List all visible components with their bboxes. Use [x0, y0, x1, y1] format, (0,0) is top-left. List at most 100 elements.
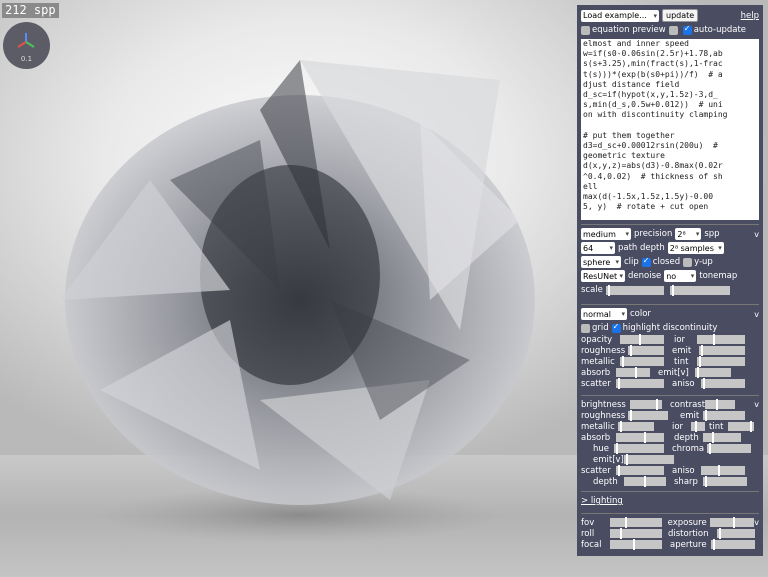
code-line: t(s)))*(exp(b(s0+pi))/f) # a: [583, 69, 723, 79]
code-line: # put them together: [583, 130, 675, 140]
hue-label: hue: [593, 443, 610, 454]
roughness-label: roughness: [581, 410, 626, 421]
equation-editor[interactable]: elmost and inner speed w=if(s0-0.06sin(2.…: [581, 39, 759, 220]
scatter-slider[interactable]: [616, 465, 664, 476]
scatter-slider[interactable]: [616, 378, 664, 389]
emit-v-slider[interactable]: [695, 367, 731, 378]
collapse-toggle[interactable]: v: [754, 310, 759, 319]
depth-slider[interactable]: [703, 432, 741, 443]
slider-row: roll distortion: [581, 528, 759, 539]
scale-slider-2[interactable]: [669, 284, 730, 296]
grid-checkbox[interactable]: [581, 323, 590, 333]
load-example-select[interactable]: Load example...: [581, 9, 659, 22]
slider-row: metallic tint: [581, 356, 759, 367]
samples-select[interactable]: 2⁸ samples: [667, 242, 724, 254]
tint-slider[interactable]: [697, 356, 745, 367]
slider-row: roughness emit: [581, 410, 759, 421]
emit-v-slider[interactable]: [624, 454, 674, 465]
collapse-toggle[interactable]: v: [754, 400, 759, 409]
bound-select[interactable]: sphere: [581, 256, 621, 268]
emit-slider[interactable]: [699, 345, 745, 356]
tint-slider[interactable]: [728, 421, 754, 432]
code-line: max(d(-1.5x,1.5z,1.5y)-0.00: [583, 192, 714, 202]
y-up-checkbox[interactable]: [683, 257, 693, 267]
scatter-label: scatter: [581, 378, 611, 389]
appearance-section: brightness contrast v roughness emit metallic…: [581, 395, 759, 487]
brightness-slider[interactable]: [630, 399, 662, 410]
slider-row: scatter aniso: [581, 378, 759, 389]
denoiser-select[interactable]: ResUNet: [581, 270, 625, 282]
lighting-toggle[interactable]: > lighting: [581, 496, 623, 506]
slider-row: absorb depth: [581, 432, 759, 443]
fov-slider[interactable]: [609, 517, 662, 528]
tonemap-select[interactable]: no: [664, 270, 697, 282]
absorb-slider[interactable]: [616, 367, 650, 378]
exposure-label: exposure: [667, 517, 707, 528]
opacity-slider[interactable]: [620, 334, 664, 345]
aperture-slider[interactable]: [711, 539, 755, 550]
emit-v-label: emit[v]: [593, 454, 624, 465]
metallic-label: metallic: [581, 421, 615, 432]
ior-slider[interactable]: [697, 334, 745, 345]
slider-row: metallic ior tint: [581, 421, 759, 432]
aniso-label: aniso: [672, 465, 695, 476]
highlight-discontinuity-checkbox[interactable]: [611, 322, 621, 333]
ior-slider[interactable]: [691, 421, 705, 432]
hue-slider[interactable]: [614, 443, 664, 454]
denoise-label: denoise: [628, 271, 662, 281]
spp-label: spp: [704, 229, 720, 239]
emit-slider[interactable]: [703, 410, 745, 421]
unnamed-checkbox[interactable]: [668, 25, 678, 35]
help-link[interactable]: help: [741, 11, 759, 21]
focal-slider[interactable]: [610, 539, 662, 550]
opacity-label: opacity: [581, 334, 613, 345]
aniso-slider[interactable]: [701, 378, 745, 389]
chroma-slider[interactable]: [707, 443, 751, 454]
metallic-slider[interactable]: [620, 356, 664, 367]
code-line: djust distance field: [583, 79, 680, 89]
roll-slider[interactable]: [610, 528, 662, 539]
code-line: w=if(s0-0.06sin(2.5r)+1.78,ab: [583, 49, 723, 59]
code-line: s(s+3.25),min(fract(s),1-frac: [583, 59, 723, 69]
focal-label: focal: [581, 539, 602, 550]
depth2-label: depth: [593, 476, 618, 487]
path-depth-select[interactable]: 64: [581, 242, 615, 254]
equation-preview-checkbox[interactable]: [581, 25, 590, 35]
contrast-slider[interactable]: [705, 399, 735, 410]
chroma-label: chroma: [672, 443, 705, 454]
closed-label: closed: [652, 257, 681, 267]
scale-slider[interactable]: [605, 284, 664, 296]
scale-label: scale: [581, 285, 603, 295]
update-button[interactable]: update: [662, 9, 699, 22]
material-section: normal color v grid highlight discontinu…: [581, 304, 759, 389]
distortion-slider[interactable]: [717, 528, 755, 539]
collapse-toggle[interactable]: v: [754, 230, 759, 239]
auto-update-checkbox[interactable]: [682, 24, 692, 35]
equation-preview-label: equation preview: [592, 25, 666, 35]
slider-row: roughness emit: [581, 345, 759, 356]
absorb-label: absorb: [581, 367, 611, 378]
slider-row: absorb emit[v]: [581, 367, 759, 378]
grid-label: grid: [592, 323, 609, 333]
absorb-slider[interactable]: [616, 432, 664, 443]
quality-select[interactable]: medium: [581, 228, 631, 240]
render-settings-section: medium precision 2⁸ spp v 64 path depth …: [581, 224, 759, 296]
slider-row: scatter aniso: [581, 465, 759, 476]
spp-select[interactable]: 2⁸: [675, 228, 702, 240]
orientation-gizmo[interactable]: 0.1: [3, 22, 50, 69]
aniso-slider[interactable]: [701, 465, 745, 476]
closed-checkbox[interactable]: [641, 256, 651, 267]
depth2-slider[interactable]: [624, 476, 666, 487]
zoom-readout: 0.1: [20, 55, 33, 63]
code-line: s,min(d_s,0.5w+0.012)) # uni: [583, 100, 723, 110]
slider-row: opacity ior: [581, 334, 759, 345]
exposure-slider[interactable]: [710, 517, 755, 528]
camera-section: fov exposure v roll distortion focal aperture: [581, 513, 759, 550]
collapse-toggle[interactable]: v: [754, 518, 759, 527]
sharp-slider[interactable]: [703, 476, 747, 487]
roughness-slider[interactable]: [628, 345, 664, 356]
roughness-slider[interactable]: [628, 410, 668, 421]
metallic-slider[interactable]: [618, 421, 654, 432]
color-mode-select[interactable]: normal: [581, 308, 627, 320]
